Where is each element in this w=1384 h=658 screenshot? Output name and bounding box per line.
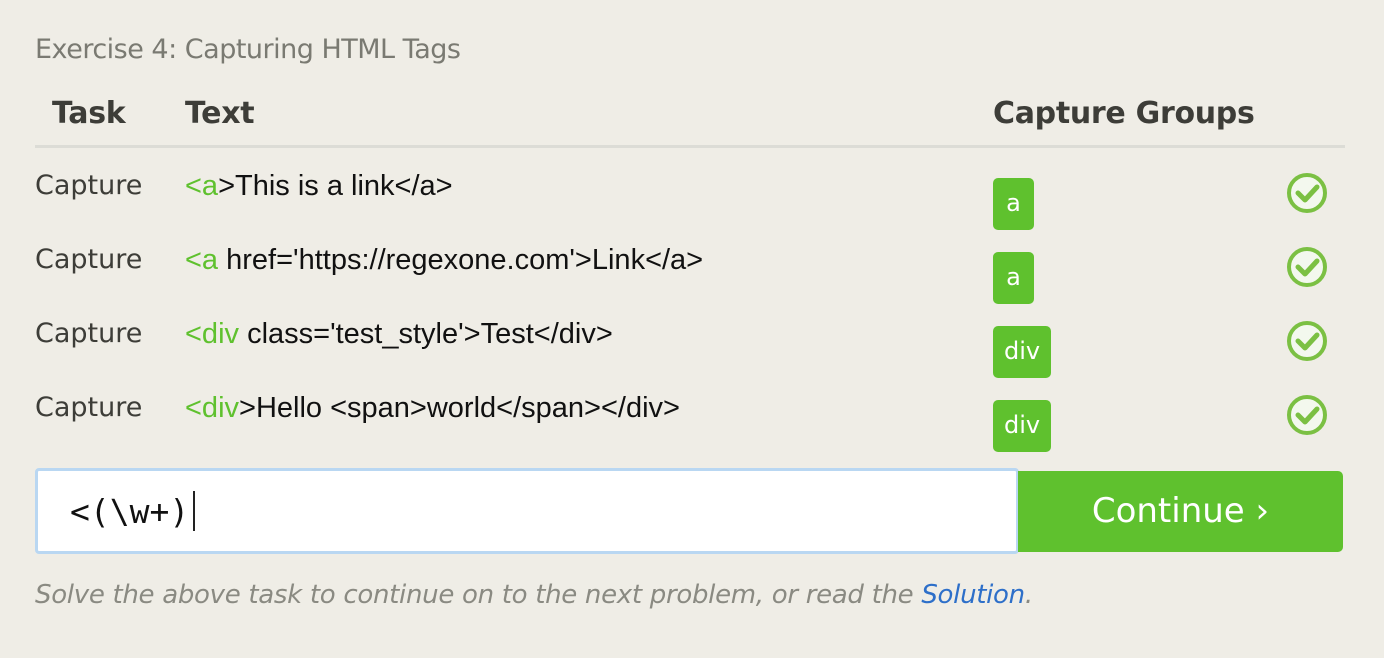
header-divider: [35, 145, 1345, 148]
text-caret: [193, 491, 196, 531]
footer-text: Solve the above task to continue on to t…: [35, 580, 922, 610]
regex-input-value[interactable]: <(\w+): [70, 491, 196, 531]
text-rest: >Hello <span>world</span></div>: [239, 392, 680, 424]
text-highlight: <a: [185, 244, 219, 276]
capture-group-badge: div: [993, 326, 1052, 378]
check-icon: [1287, 395, 1327, 435]
continue-button[interactable]: Continue ›: [1018, 471, 1343, 552]
task-label: Capture: [35, 170, 143, 201]
row-text: <a href='https://regexone.com'>Link</a>: [185, 244, 703, 277]
capture-group-badge: a: [993, 178, 1034, 230]
exercise-panel: Exercise 4: Capturing HTML Tags Task Tex…: [0, 0, 1384, 658]
footer-end: .: [1024, 580, 1033, 610]
row-text: <a>This is a link</a>: [185, 170, 453, 203]
text-highlight: <div: [185, 392, 240, 424]
task-label: Capture: [35, 244, 143, 275]
row-text: <div class='test_style'>Test</div>: [185, 318, 613, 351]
table-row: Capture <a href='https://regexone.com'>L…: [0, 244, 1384, 318]
task-label: Capture: [35, 318, 143, 349]
footer-note: Solve the above task to continue on to t…: [35, 580, 1033, 610]
text-rest: class='test_style'>Test</div>: [239, 318, 613, 350]
text-rest: href='https://regexone.com'>Link</a>: [218, 244, 704, 276]
check-icon: [1287, 247, 1327, 287]
table-row: Capture <a>This is a link</a> a: [0, 170, 1384, 244]
regex-input-text: <(\w+): [70, 492, 190, 531]
check-icon: [1287, 173, 1327, 213]
text-rest: >This is a link</a>: [218, 170, 453, 202]
capture-group-badge: div: [993, 400, 1052, 452]
text-highlight: <div: [185, 318, 240, 350]
exercise-title: Exercise 4: Capturing HTML Tags: [35, 34, 461, 65]
task-label: Capture: [35, 392, 143, 423]
regex-input[interactable]: <(\w+): [35, 468, 1019, 554]
table-row: Capture <div class='test_style'>Test</di…: [0, 318, 1384, 392]
capture-group-badge: a: [993, 252, 1034, 304]
text-highlight: <a: [185, 170, 219, 202]
column-header-task: Task: [52, 96, 126, 131]
column-header-capture-groups: Capture Groups: [993, 96, 1255, 131]
row-text: <div>Hello <span>world</span></div>: [185, 392, 680, 425]
solution-link[interactable]: Solution: [921, 580, 1025, 610]
table-row: Capture <div>Hello <span>world</span></d…: [0, 392, 1384, 466]
check-icon: [1287, 321, 1327, 361]
column-header-text: Text: [185, 96, 255, 131]
